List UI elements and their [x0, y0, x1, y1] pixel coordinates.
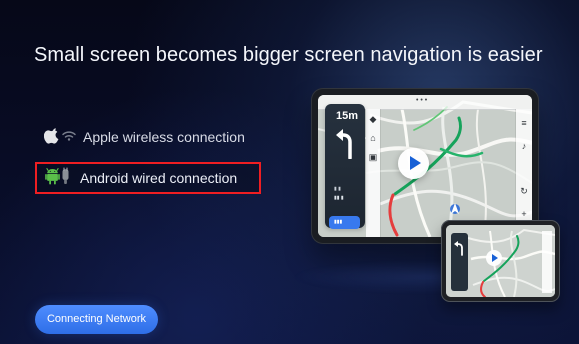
route-note-line-1: ▮ ▮ [334, 186, 341, 192]
volume-icon: ♪ [521, 141, 527, 151]
refresh-icon: ↻ [520, 186, 528, 196]
play-video-button [398, 148, 429, 179]
menu-icon: ≡ [521, 118, 527, 128]
phone-play-button [486, 250, 502, 266]
connecting-network-button[interactable]: Connecting Network [35, 305, 158, 334]
cable-plug-icon [60, 167, 71, 189]
android-wired-option[interactable]: Android wired connection [35, 162, 261, 194]
wifi-icon [61, 128, 77, 147]
android-icon [45, 167, 60, 189]
route-action-label: ▮▮▮ [334, 219, 343, 225]
phone-map-screen [446, 225, 555, 297]
phone-turn-panel [451, 233, 468, 291]
status-time: • • • [416, 97, 428, 104]
apple-wireless-label: Apple wireless connection [83, 129, 245, 145]
android-wired-label: Android wired connection [80, 170, 238, 186]
phone-play-icon [492, 254, 498, 262]
apple-icon [43, 127, 61, 148]
left-map-toolbar: ◆ ⌂ ▣ [366, 109, 380, 237]
voice-icon: ◆ [369, 114, 377, 124]
tablet-map-screen: • • • ◆ ⌂ ▣ ≡ ♪ ↻ + 15m ▮ ▮ ▮▮ ▮ ▮▮▮ [318, 95, 532, 237]
screen-headline: Small screen becomes bigger screen navig… [34, 44, 543, 66]
route-note-line-2: ▮▮ ▮ [334, 195, 344, 201]
phone-navigation-preview [441, 220, 560, 302]
left-turn-arrow-icon [336, 129, 352, 159]
route-action-button: ▮▮▮ [329, 216, 360, 229]
zoom-in-icon: + [521, 209, 527, 219]
layers-icon: ▣ [368, 152, 378, 162]
turn-by-turn-panel: 15m ▮ ▮ ▮▮ ▮ ▮▮▮ [325, 104, 365, 229]
apple-wireless-option[interactable]: Apple wireless connection [43, 127, 245, 148]
play-icon [410, 156, 421, 170]
home-icon: ⌂ [370, 133, 376, 143]
phone-left-turn-arrow-icon [454, 241, 463, 256]
turn-distance: 15m [336, 110, 359, 122]
android-auto-connection-screen: Small screen becomes bigger screen navig… [0, 0, 579, 344]
right-map-toolbar: ≡ ♪ ↻ + [516, 109, 532, 237]
